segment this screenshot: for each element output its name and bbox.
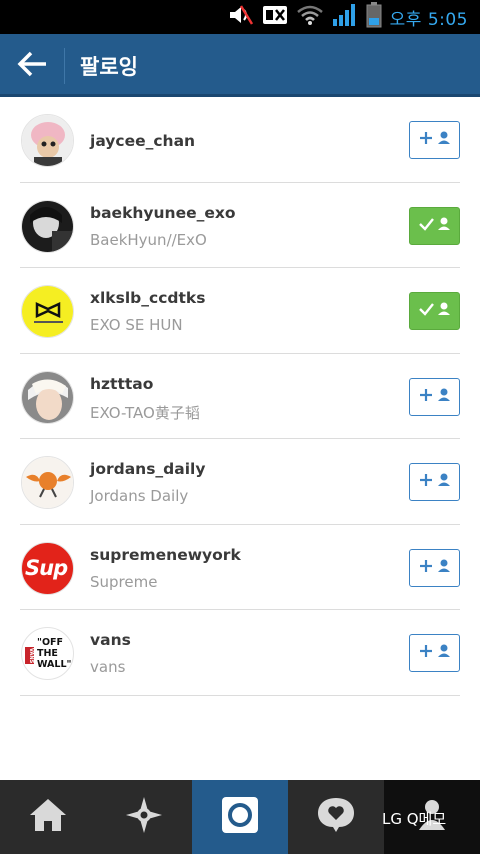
lg-qmemo-label[interactable]: LG Q메모 xyxy=(382,808,446,829)
check-user-icon xyxy=(418,215,452,237)
status-time: 오후 5:05 xyxy=(389,9,468,30)
nav-profile[interactable]: LG Q메모 xyxy=(382,780,480,854)
vans-logo-side: VANS xyxy=(25,647,34,664)
supreme-logo: Sup xyxy=(25,555,68,580)
list-item[interactable]: VANS "OFF THE WALL" vans vans xyxy=(20,610,460,696)
following-button[interactable] xyxy=(409,292,460,330)
header-divider xyxy=(64,48,65,84)
status-bar: 오후 5:05 xyxy=(0,0,480,34)
username[interactable]: xlkslb_ccdtks xyxy=(90,289,205,307)
list-item[interactable]: jaycee_chan xyxy=(20,97,460,183)
follow-button[interactable] xyxy=(409,548,460,587)
back-button[interactable] xyxy=(14,48,50,84)
full-name: vans xyxy=(90,658,126,676)
following-list: jaycee_chan baekhyunee_exo BaekHyun//ExO… xyxy=(0,97,480,696)
follow-button[interactable] xyxy=(409,377,460,416)
full-name: EXO SE HUN xyxy=(90,316,183,334)
vans-logo-line3: WALL" xyxy=(37,659,72,670)
full-name: EXO-TAO黄子韬 xyxy=(90,403,200,422)
avatar[interactable]: Sup xyxy=(21,541,74,595)
page-title: 팔로잉 xyxy=(80,55,138,79)
avatar[interactable] xyxy=(21,114,74,167)
avatar[interactable] xyxy=(21,456,74,509)
list-item[interactable]: jordans_daily Jordans Daily xyxy=(20,439,460,525)
volume-icon xyxy=(228,4,254,30)
add-user-icon xyxy=(418,386,452,408)
nav-home[interactable] xyxy=(0,780,96,854)
follow-button[interactable] xyxy=(409,634,460,672)
follow-button[interactable] xyxy=(409,121,460,159)
add-user-icon xyxy=(418,642,452,664)
add-user-icon xyxy=(418,129,452,151)
camera-icon xyxy=(221,796,259,838)
add-user-icon xyxy=(418,557,452,579)
list-item[interactable]: baekhyunee_exo BaekHyun//ExO xyxy=(20,183,460,268)
list-item[interactable]: Sup supremenewyork Supreme xyxy=(20,525,460,610)
full-name: Jordans Daily xyxy=(90,487,189,505)
username[interactable]: vans xyxy=(90,631,131,649)
explore-icon xyxy=(124,795,164,839)
activity-icon xyxy=(316,796,356,838)
vans-logo-line2: THE xyxy=(37,648,58,659)
username[interactable]: baekhyunee_exo xyxy=(90,204,236,222)
home-icon xyxy=(28,797,68,837)
header-bar: 팔로잉 xyxy=(0,34,480,97)
nav-explore[interactable] xyxy=(96,780,192,854)
signal-icon xyxy=(332,3,358,31)
avatar[interactable] xyxy=(21,285,74,338)
vans-logo-line1: "OFF xyxy=(37,637,64,648)
full-name: Supreme xyxy=(90,572,158,591)
no-sim-icon xyxy=(262,4,288,30)
username[interactable]: supremenewyork xyxy=(90,546,241,564)
arrow-left-icon xyxy=(16,50,48,82)
username[interactable]: jordans_daily xyxy=(90,460,205,478)
battery-icon xyxy=(366,2,382,32)
bottom-nav: LG Q메모 xyxy=(0,780,480,854)
follow-button[interactable] xyxy=(409,463,460,501)
username[interactable]: hztttao xyxy=(90,375,153,393)
username[interactable]: jaycee_chan xyxy=(90,132,195,150)
avatar[interactable] xyxy=(21,370,74,424)
full-name: BaekHyun//ExO xyxy=(90,230,207,249)
check-user-icon xyxy=(418,300,452,322)
add-user-icon xyxy=(418,471,452,493)
nav-camera[interactable] xyxy=(192,780,288,854)
nav-activity[interactable] xyxy=(288,780,384,854)
avatar[interactable]: VANS "OFF THE WALL" xyxy=(21,627,74,680)
list-item[interactable]: hztttao EXO-TAO黄子韬 xyxy=(20,354,460,439)
avatar[interactable] xyxy=(21,199,74,253)
list-item[interactable]: xlkslb_ccdtks EXO SE HUN xyxy=(20,268,460,354)
following-button[interactable] xyxy=(409,206,460,245)
wifi-icon xyxy=(296,4,324,30)
